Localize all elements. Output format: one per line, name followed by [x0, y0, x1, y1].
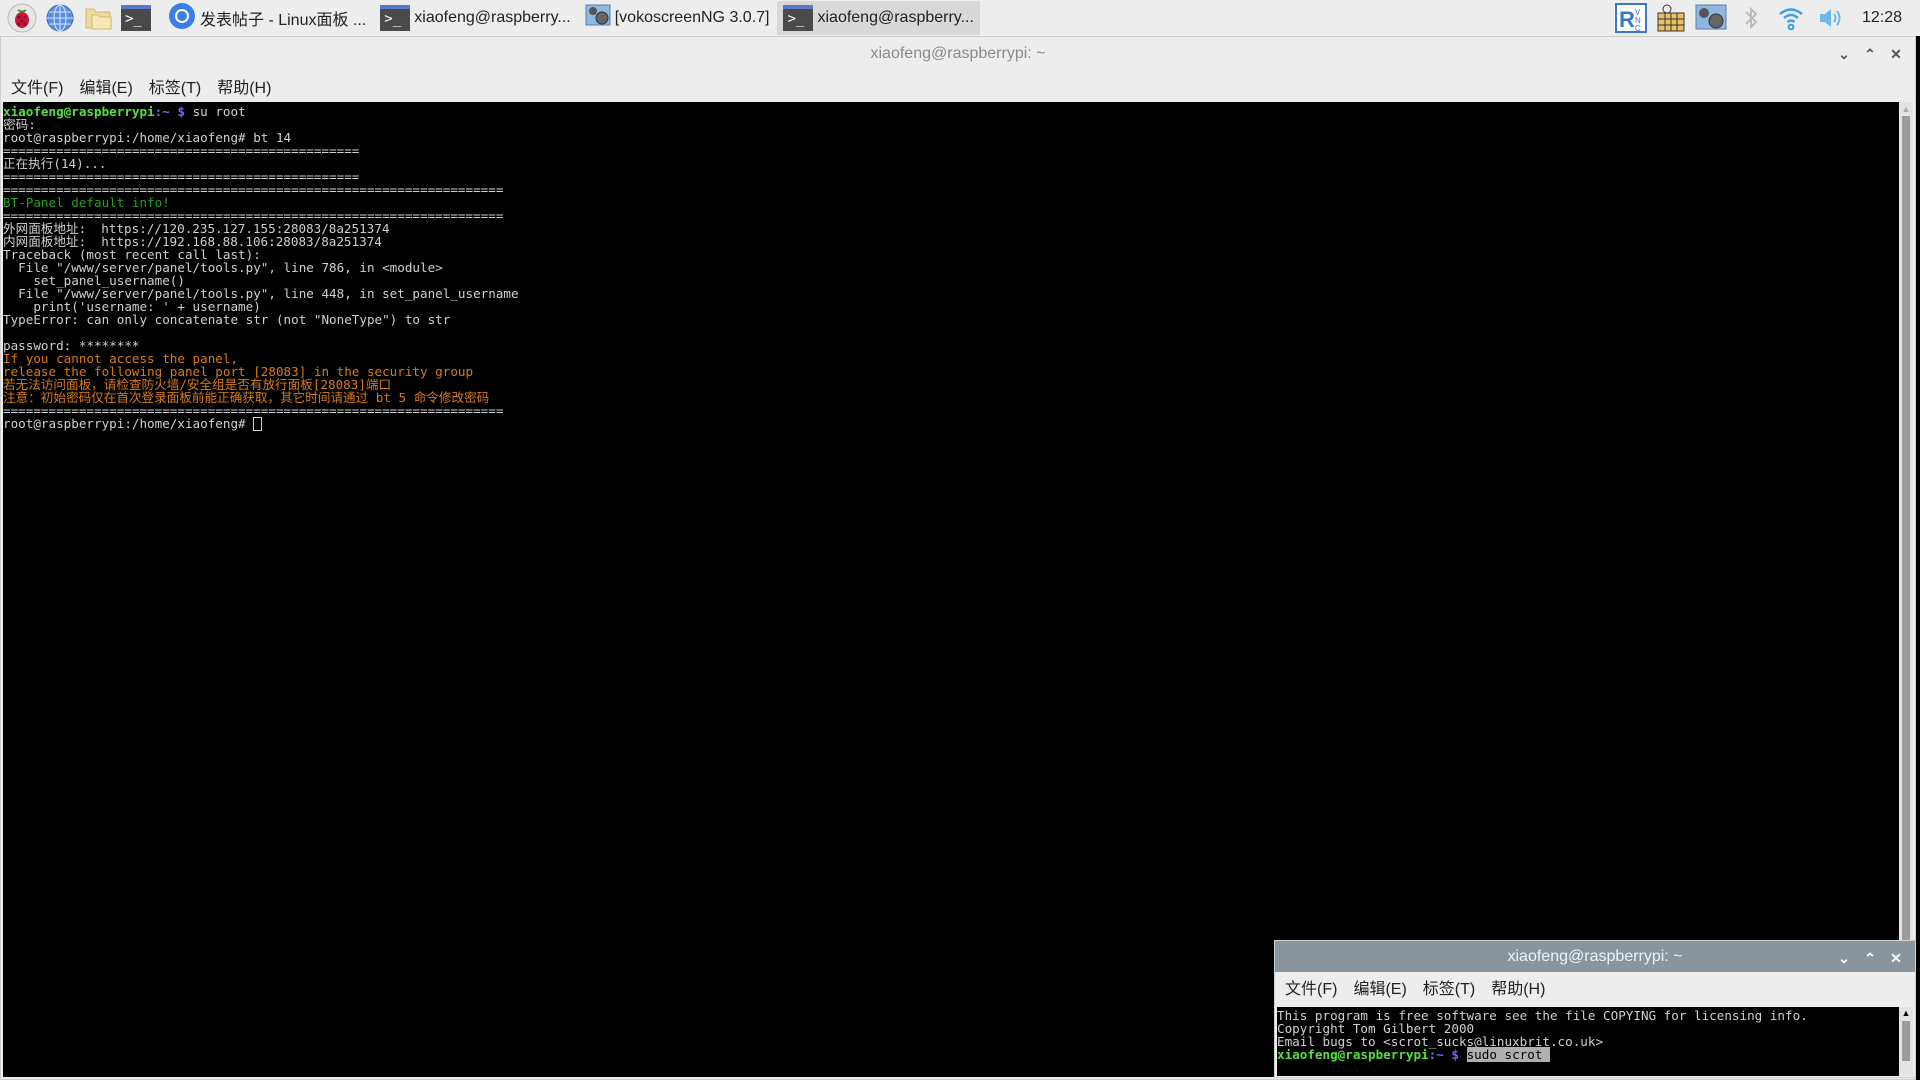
terminal-line: File "/www/server/panel/tools.py", line … [3, 260, 443, 275]
file-manager-icon[interactable] [82, 2, 114, 34]
terminal-line-prompt: xiaofeng@raspberrypi:~ $ sudo scrot [1277, 1047, 1550, 1062]
small-window-titlebar[interactable]: xiaofeng@raspberrypi: ~ ⌄ ⌃ ✕ [1275, 941, 1915, 972]
small-menu-help[interactable]: 帮助(H) [1491, 975, 1545, 999]
terminal-line: 内网面板地址: https://192.168.88.106:28083/8a2… [3, 234, 382, 249]
terminal-icon: >_ [783, 5, 814, 31]
terminal-line: File "/www/server/panel/tools.py", line … [3, 286, 519, 301]
terminal-line: TypeError: can only concatenate str (not… [3, 312, 451, 327]
minimize-button[interactable]: ⌄ [1831, 46, 1857, 63]
selected-command: sudo scrot [1466, 1047, 1550, 1062]
small-menu-edit[interactable]: 编辑(E) [1353, 975, 1406, 999]
small-menu-file[interactable]: 文件(F) [1285, 975, 1337, 999]
terminal-icon: >_ [380, 5, 411, 31]
small-scrollbar-thumb[interactable] [1902, 1021, 1910, 1061]
scrollbar-thumb[interactable] [1902, 116, 1910, 1046]
taskbar-task[interactable]: >_ xiaofeng@raspberry... [777, 1, 980, 35]
close-button[interactable]: ✕ [1883, 46, 1909, 63]
scroll-up-arrow[interactable]: ▲ [1899, 102, 1913, 116]
main-terminal-window: xiaofeng@raspberrypi: ~ ⌄ ⌃ ✕ 文件(F) 编辑(E… [0, 36, 1916, 1080]
window-titlebar[interactable]: xiaofeng@raspberrypi: ~ ⌄ ⌃ ✕ [1, 37, 1915, 71]
taskbar-task[interactable]: >_ xiaofeng@raspberry... [374, 1, 576, 35]
vokoscreen-icon [585, 3, 611, 34]
small-minimize-button[interactable]: ⌄ [1831, 950, 1857, 967]
wifi-icon[interactable] [1774, 2, 1808, 34]
taskbar-task[interactable]: [vokoscreenNG 3.0.7] [579, 1, 776, 35]
system-tray: RVNC 12:28 [1608, 0, 1920, 36]
terminal-line: ========================================… [3, 182, 504, 197]
terminal-line: ========================================… [3, 143, 360, 158]
small-menu-tabs[interactable]: 标签(T) [1423, 975, 1475, 999]
svg-text:R: R [1619, 7, 1635, 32]
small-scrollbar[interactable]: ▲ [1899, 1007, 1913, 1076]
menu-file[interactable]: 文件(F) [11, 74, 63, 98]
terminal-output[interactable]: xiaofeng@raspberrypi:~ $ su root 密码: root@… [3, 102, 1899, 1077]
svg-text:C: C [1635, 24, 1641, 33]
small-window-title: xiaofeng@raspberrypi: ~ [1507, 947, 1683, 965]
chromium-icon [168, 2, 196, 35]
terminal-line-prompt: root@raspberrypi:/home/xiaofeng# [3, 417, 1899, 431]
terminal-cursor [253, 417, 263, 431]
small-scroll-up-arrow[interactable]: ▲ [1899, 1007, 1913, 1019]
menu-help[interactable]: 帮助(H) [217, 74, 271, 98]
taskbar-task[interactable]: 发表帖子 - Linux面板 ... [162, 1, 372, 35]
taskbar-task-label: 发表帖子 - Linux面板 ... [200, 12, 367, 29]
taskbar-task-label: [vokoscreenNG 3.0.7] [614, 9, 770, 26]
menu-tabs[interactable]: 标签(T) [149, 74, 201, 98]
window-title: xiaofeng@raspberrypi: ~ [870, 45, 1046, 62]
menu-edit[interactable]: 编辑(E) [79, 74, 132, 98]
main-scrollbar[interactable]: ▲ [1899, 102, 1913, 1077]
maximize-button[interactable]: ⌃ [1857, 46, 1883, 63]
terminal-icon[interactable]: >_ [120, 2, 152, 34]
taskbar: >_ 发表帖子 - Linux面板 ... >_ xiaofeng@raspberr… [0, 0, 1920, 36]
terminal-line: password: ******** [3, 338, 140, 353]
web-browser-icon[interactable] [44, 2, 76, 34]
terminal-line: xiaofeng@raspberrypi:~ $ su root [3, 104, 246, 119]
taskbar-task-label: xiaofeng@raspberry... [817, 9, 974, 26]
terminal-line: ========================================… [3, 403, 504, 418]
small-close-button[interactable]: ✕ [1883, 950, 1909, 967]
small-terminal-output[interactable]: This program is free software see the fi… [1277, 1007, 1899, 1076]
vokoscreen-tray-icon[interactable] [1694, 2, 1728, 34]
menubar: 文件(F) 编辑(E) 标签(T) 帮助(H) [1, 71, 1915, 101]
volume-icon[interactable] [1814, 2, 1848, 34]
keyboard-icon[interactable] [1654, 2, 1688, 34]
taskbar-task-label: xiaofeng@raspberry... [414, 9, 571, 26]
raspberry-menu-icon[interactable] [6, 2, 38, 34]
small-maximize-button[interactable]: ⌃ [1857, 950, 1883, 967]
small-terminal-window: xiaofeng@raspberrypi: ~ ⌄ ⌃ ✕ 文件(F) 编辑(E… [1274, 940, 1916, 1078]
clock[interactable]: 12:28 [1862, 9, 1902, 27]
bluetooth-icon[interactable] [1734, 2, 1768, 34]
vnc-icon[interactable]: RVNC [1614, 2, 1648, 34]
small-menubar: 文件(F) 编辑(E) 标签(T) 帮助(H) [1275, 972, 1915, 1002]
